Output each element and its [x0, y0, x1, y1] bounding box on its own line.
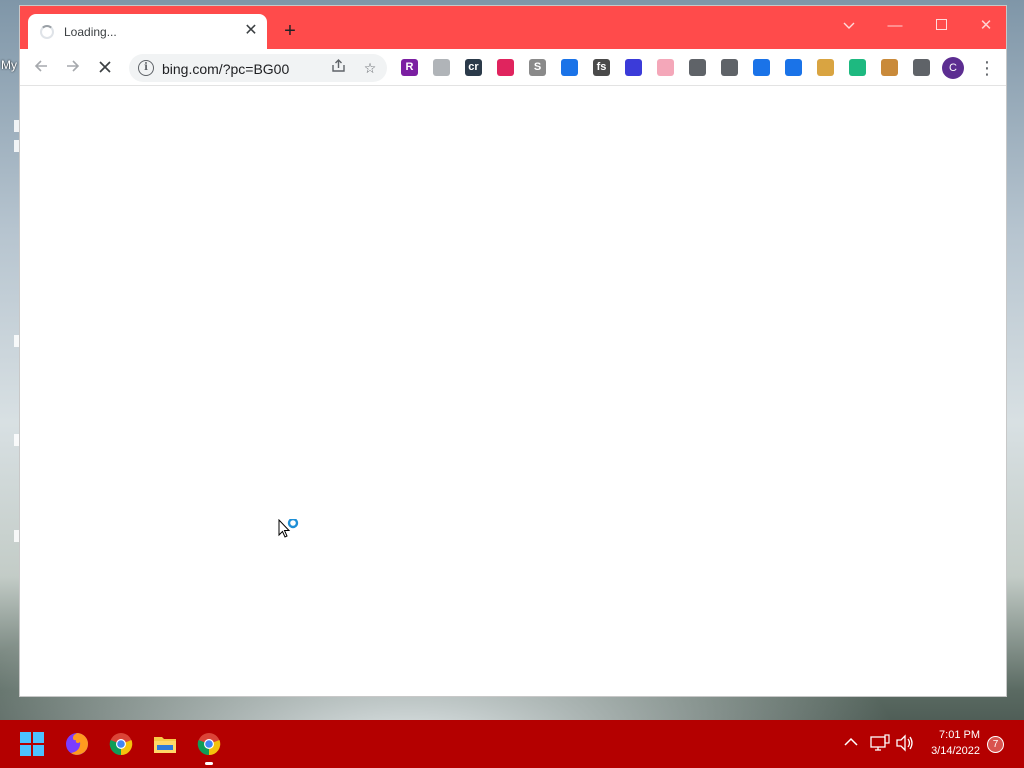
chrome-icon[interactable] [109, 732, 133, 756]
active-app-indicator [205, 762, 213, 765]
browser-window: Loading... ✕ + — ✕ i bing.com/?pc=BG00 ☆… [19, 5, 1007, 697]
r-extension-icon[interactable]: R [401, 59, 418, 76]
puzzle-extension-icon-2[interactable] [753, 59, 770, 76]
notification-badge[interactable]: 7 [987, 736, 1004, 753]
share-icon[interactable] [328, 58, 348, 78]
browser-menu-icon[interactable]: ⋮ [978, 57, 996, 79]
stop-loading-icon[interactable] [93, 56, 117, 80]
cr-extension-icon[interactable]: cr [465, 59, 482, 76]
clock-time[interactable]: 7:01 PM [922, 729, 980, 741]
bookmark-star-icon[interactable]: ☆ [360, 58, 380, 78]
maximize-button[interactable] [918, 12, 964, 40]
busy-cursor-icon [278, 517, 302, 541]
firefox-icon[interactable] [65, 732, 89, 756]
browser-titlebar: Loading... ✕ + — ✕ [20, 6, 1006, 49]
tray-overflow-chevron-icon[interactable] [842, 734, 860, 752]
file-explorer-icon[interactable] [153, 732, 177, 756]
tab-search-icon[interactable] [826, 12, 872, 40]
network-icon[interactable] [870, 734, 890, 752]
desktop-icon-label[interactable]: My [1, 58, 17, 72]
puzzle-extension-icon-3[interactable] [785, 59, 802, 76]
chrome-active-icon[interactable] [197, 732, 221, 756]
play-extension-icon[interactable] [849, 59, 866, 76]
dollar-extension-icon[interactable] [721, 59, 738, 76]
url-text[interactable]: bing.com/?pc=BG00 [162, 61, 289, 77]
grid-extension-icon[interactable] [625, 59, 642, 76]
page-content-area[interactable] [20, 87, 1006, 696]
puzzle-extension-icon[interactable] [561, 59, 578, 76]
address-bar[interactable]: i bing.com/?pc=BG00 ☆ [129, 54, 387, 82]
active-tab[interactable]: Loading... ✕ [28, 14, 267, 49]
flag-extension-icon[interactable] [657, 59, 674, 76]
back-arrow-icon[interactable] [29, 56, 53, 80]
forward-arrow-icon[interactable] [61, 56, 85, 80]
minimize-button[interactable]: — [872, 12, 918, 40]
loading-spinner-icon [40, 25, 54, 39]
tab-close-icon[interactable]: ✕ [241, 21, 261, 41]
fs-extension-icon[interactable]: fs [593, 59, 610, 76]
start-windows-icon[interactable] [20, 732, 44, 756]
new-tab-button[interactable]: + [279, 20, 301, 42]
elephant-extension-icon[interactable] [433, 59, 450, 76]
volume-icon[interactable] [895, 734, 915, 752]
tab-title: Loading... [64, 25, 117, 39]
extensions-menu-icon[interactable] [913, 59, 930, 76]
profile-avatar[interactable]: C [942, 57, 964, 79]
doge-extension-icon[interactable] [817, 59, 834, 76]
image-extension-icon[interactable] [689, 59, 706, 76]
close-window-button[interactable]: ✕ [963, 12, 1009, 40]
site-info-icon[interactable]: i [138, 60, 154, 76]
clock-date[interactable]: 3/14/2022 [922, 745, 980, 757]
s-extension-icon[interactable]: S [529, 59, 546, 76]
taskbar: 7:01 PM 3/14/2022 [0, 720, 1024, 768]
monkey-extension-icon[interactable] [881, 59, 898, 76]
cursor-extension-icon[interactable] [497, 59, 514, 76]
browser-toolbar: i bing.com/?pc=BG00 ☆ Rcr Sfs C ⋮ [20, 49, 1006, 86]
